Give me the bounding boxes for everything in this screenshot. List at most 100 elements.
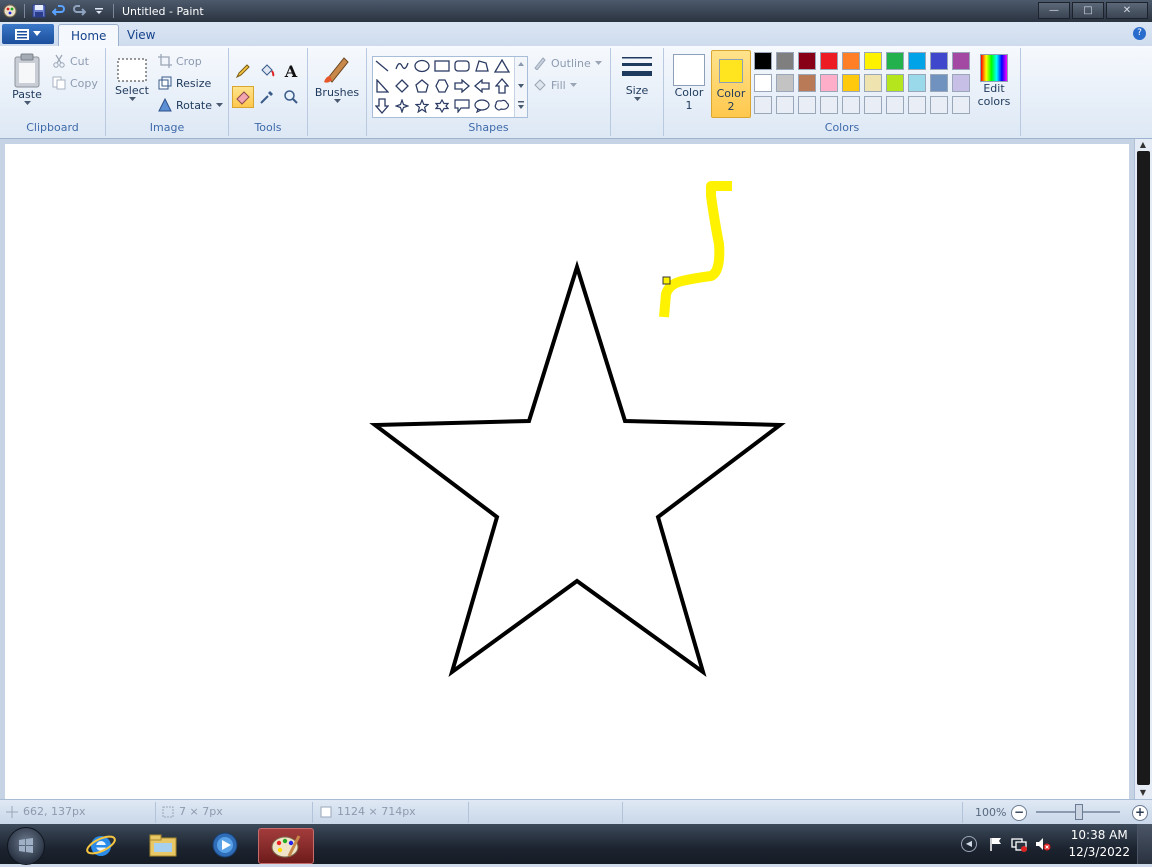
edit-colors-button[interactable]: Edit colors <box>976 54 1012 108</box>
redo-icon[interactable] <box>71 3 87 19</box>
help-icon[interactable]: ? <box>1133 27 1146 40</box>
copy-button[interactable]: Copy <box>52 76 98 90</box>
save-icon[interactable] <box>31 3 47 19</box>
curve-shape-icon[interactable] <box>393 57 411 75</box>
zoom-in-icon[interactable]: + <box>1132 805 1148 821</box>
resize-button[interactable]: Resize <box>158 76 211 90</box>
palette-swatch[interactable] <box>930 52 948 70</box>
vertical-scrollbar[interactable]: ▲ ▼ <box>1134 139 1152 799</box>
palette-swatch[interactable] <box>776 74 794 92</box>
palette-swatch[interactable] <box>952 52 970 70</box>
volume-muted-icon[interactable] <box>1034 836 1052 852</box>
palette-swatch[interactable] <box>776 52 794 70</box>
customize-qat-icon[interactable] <box>91 3 107 19</box>
fill-button[interactable]: Fill <box>533 78 577 92</box>
palette-swatch[interactable] <box>820 52 838 70</box>
palette-swatch[interactable] <box>864 96 882 114</box>
line-shape-icon[interactable] <box>373 57 391 75</box>
maximize-button[interactable]: □ <box>1072 2 1104 19</box>
down-arrow-shape-icon[interactable] <box>373 97 391 115</box>
hexagon-shape-icon[interactable] <box>433 77 451 95</box>
undo-icon[interactable] <box>51 3 67 19</box>
taskbar-paint[interactable] <box>258 828 314 864</box>
palette-swatch[interactable] <box>930 96 948 114</box>
six-point-star-shape-icon[interactable] <box>433 97 451 115</box>
palette-swatch[interactable] <box>930 74 948 92</box>
crop-button[interactable]: Crop <box>158 54 202 68</box>
zoom-out-icon[interactable]: − <box>1011 805 1027 821</box>
right-arrow-shape-icon[interactable] <box>453 77 471 95</box>
close-button[interactable]: ✕ <box>1106 2 1148 19</box>
palette-swatch[interactable] <box>886 96 904 114</box>
tab-view[interactable]: View <box>115 24 167 46</box>
network-icon[interactable] <box>1010 836 1028 852</box>
zoom-slider-thumb[interactable] <box>1075 804 1083 820</box>
show-desktop-button[interactable] <box>1137 824 1152 864</box>
cut-button[interactable]: Cut <box>52 54 89 68</box>
shapes-gallery-scroll[interactable] <box>514 57 527 117</box>
magnifier-tool[interactable] <box>280 86 302 108</box>
action-center-flag-icon[interactable] <box>988 836 1004 852</box>
right-triangle-shape-icon[interactable] <box>373 77 391 95</box>
scroll-up-icon[interactable]: ▲ <box>1138 140 1148 150</box>
palette-swatch[interactable] <box>864 74 882 92</box>
size-button[interactable]: Size <box>617 54 657 102</box>
cloud-callout-shape-icon[interactable] <box>493 97 511 115</box>
fill-tool[interactable] <box>256 60 278 82</box>
taskbar-media-player[interactable] <box>198 828 252 862</box>
color1-button[interactable]: Color 1 <box>670 50 708 116</box>
select-button[interactable]: Select <box>112 56 152 102</box>
palette-swatch[interactable] <box>820 74 838 92</box>
palette-swatch[interactable] <box>798 74 816 92</box>
oval-shape-icon[interactable] <box>413 57 431 75</box>
palette-swatch[interactable] <box>908 74 926 92</box>
palette-swatch[interactable] <box>842 52 860 70</box>
drawing-canvas[interactable] <box>5 144 1129 799</box>
palette-swatch[interactable] <box>842 74 860 92</box>
palette-swatch[interactable] <box>952 96 970 114</box>
rotate-button[interactable]: Rotate <box>158 98 224 112</box>
tab-home[interactable]: Home <box>58 24 120 46</box>
palette-swatch[interactable] <box>754 96 772 114</box>
show-hidden-icons-icon[interactable]: ◀ <box>961 836 977 852</box>
palette-swatch[interactable] <box>886 74 904 92</box>
scrollbar-thumb[interactable] <box>1137 151 1150 785</box>
four-point-star-shape-icon[interactable] <box>393 97 411 115</box>
palette-swatch[interactable] <box>798 96 816 114</box>
palette-swatch[interactable] <box>952 74 970 92</box>
palette-swatch[interactable] <box>754 52 772 70</box>
palette-swatch[interactable] <box>842 96 860 114</box>
left-arrow-shape-icon[interactable] <box>473 77 491 95</box>
paint-menu-button[interactable] <box>2 24 54 44</box>
palette-swatch[interactable] <box>908 96 926 114</box>
palette-swatch[interactable] <box>886 52 904 70</box>
palette-swatch[interactable] <box>776 96 794 114</box>
paint-app-icon[interactable] <box>2 3 18 19</box>
paste-button[interactable]: Paste <box>8 52 46 106</box>
oval-callout-shape-icon[interactable] <box>473 97 491 115</box>
palette-swatch[interactable] <box>820 96 838 114</box>
eraser-tool[interactable] <box>232 86 254 108</box>
five-point-star-shape-icon[interactable] <box>413 97 431 115</box>
palette-swatch[interactable] <box>908 52 926 70</box>
brushes-button[interactable]: Brushes <box>314 52 360 104</box>
diamond-shape-icon[interactable] <box>393 77 411 95</box>
text-tool-icon[interactable]: A <box>280 60 302 82</box>
start-button[interactable] <box>7 827 45 865</box>
color-picker-tool[interactable] <box>256 86 278 108</box>
up-arrow-shape-icon[interactable] <box>493 77 511 95</box>
rectangle-callout-shape-icon[interactable] <box>453 97 471 115</box>
polygon-shape-icon[interactable] <box>473 57 491 75</box>
palette-swatch[interactable] <box>754 74 772 92</box>
palette-swatch[interactable] <box>798 52 816 70</box>
taskbar-clock[interactable]: 10:38 AM 12/3/2022 <box>1068 827 1130 861</box>
rounded-rectangle-shape-icon[interactable] <box>453 57 471 75</box>
pencil-tool[interactable] <box>232 60 254 82</box>
shapes-gallery[interactable] <box>372 56 528 118</box>
pentagon-shape-icon[interactable] <box>413 77 431 95</box>
color2-button[interactable]: Color 2 <box>711 50 751 118</box>
triangle-shape-icon[interactable] <box>493 57 511 75</box>
minimize-button[interactable]: — <box>1038 2 1070 19</box>
scroll-down-icon[interactable]: ▼ <box>1138 788 1148 798</box>
rectangle-shape-icon[interactable] <box>433 57 451 75</box>
